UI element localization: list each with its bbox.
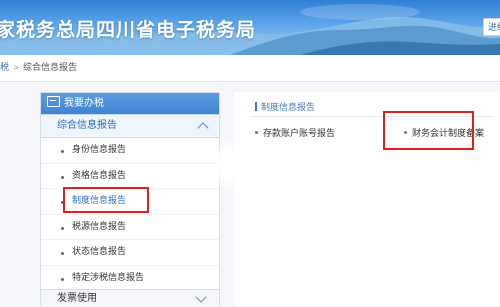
bullet-icon xyxy=(61,277,64,281)
sidebar-header-label: 我要办税 xyxy=(64,98,104,109)
sidebar-header[interactable]: 我要办税 xyxy=(41,93,219,114)
title-marker xyxy=(255,102,257,111)
breadcrumb: 税 > 综合信息报告 xyxy=(0,55,500,82)
section-title-label: 制度信息报告 xyxy=(261,103,316,113)
highlight-box-sidebar xyxy=(63,187,149,213)
sidebar-item-label: 税源信息报告 xyxy=(72,221,127,232)
header-button[interactable]: 进给 xyxy=(483,18,500,36)
sidebar-group-label: 综合信息报告 xyxy=(57,120,117,131)
sidebar-item-status-report[interactable]: 状态信息报告 xyxy=(41,240,219,266)
bullet-icon xyxy=(61,150,64,153)
breadcrumb-home[interactable]: 税 xyxy=(0,55,9,81)
sidebar-item-label: 身份信息报告 xyxy=(72,145,127,155)
sidebar-group-invoice-use[interactable]: 发票使用 xyxy=(41,289,219,306)
highlight-box-main xyxy=(383,111,474,150)
chevron-up-icon[interactable] xyxy=(197,122,209,134)
sidebar-footer-label: 发票使用 xyxy=(57,293,97,304)
link-label: 存款账户账号报告 xyxy=(263,129,336,139)
sidebar-item-specific-tax-report[interactable]: 特定涉税信息报告 xyxy=(41,266,219,291)
breadcrumb-separator: > xyxy=(13,63,20,72)
sidebar-item-label: 特定涉税信息报告 xyxy=(72,272,145,283)
breadcrumb-current: 综合信息报告 xyxy=(23,63,78,73)
bullet-icon xyxy=(61,175,64,179)
bullet-icon xyxy=(255,131,258,134)
header-banner: 家税务总局四川省电子税务局 进给 xyxy=(0,0,500,55)
sidebar-item-identity-report[interactable]: 身份信息报告 xyxy=(41,138,219,164)
bullet-icon xyxy=(61,226,64,230)
sidebar-item-label: 状态信息报告 xyxy=(72,247,127,257)
chevron-down-icon[interactable] xyxy=(195,291,207,303)
sidebar-item-label: 资格信息报告 xyxy=(72,170,127,181)
section-title: 制度信息报告 xyxy=(255,100,315,113)
site-title: 家税务总局四川省电子税务局 xyxy=(0,19,257,41)
sidebar-group-comprehensive-report[interactable]: 综合信息报告 xyxy=(41,114,219,138)
link-deposit-account-report[interactable]: 存款账户账号报告 xyxy=(255,126,335,139)
bullet-icon xyxy=(61,252,64,255)
image-artifact xyxy=(214,140,242,190)
sidebar-item-qualification-report[interactable]: 资格信息报告 xyxy=(41,164,219,189)
tax-menu-icon xyxy=(47,96,60,107)
sidebar-item-tax-source-report[interactable]: 税源信息报告 xyxy=(41,215,219,240)
